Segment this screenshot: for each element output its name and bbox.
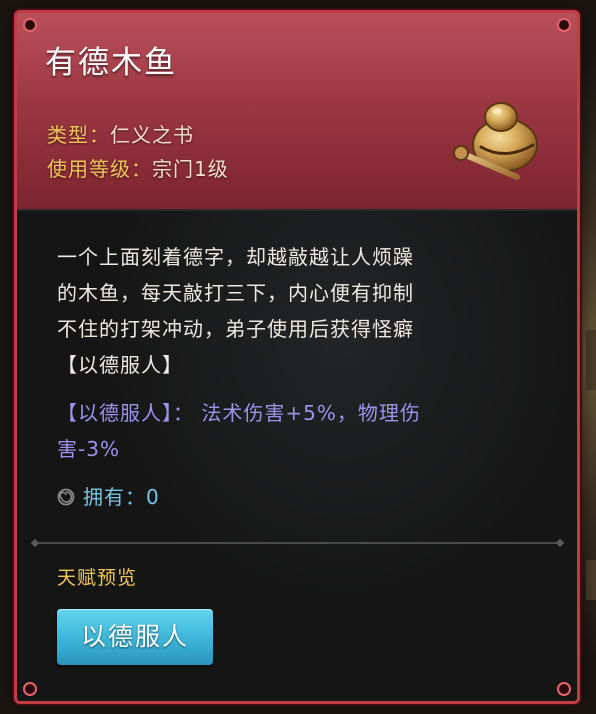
talent-preview-label: 天赋预览 — [57, 567, 138, 589]
description-line: 【以德服人】 — [57, 353, 183, 377]
item-level-value: 宗门1级 — [152, 157, 229, 181]
talent-button[interactable]: 以德服人 — [57, 609, 213, 665]
effect-line: 【以德服人】： 法术伤害+5%，物理伤 — [57, 401, 421, 425]
section-divider — [31, 539, 565, 547]
corner-ornament — [23, 18, 37, 32]
description-line: 的木鱼，每天敲打三下，内心便有抑制 — [57, 281, 414, 305]
item-effect: 【以德服人】： 法术伤害+5%，物理伤 害-3% — [57, 395, 547, 467]
description-line: 一个上面刻着德字，却越敲越让人烦躁 — [57, 245, 414, 269]
item-type-row: 类型：仁义之书 — [47, 119, 194, 148]
ownership-count: 0 — [146, 485, 160, 509]
item-description: 一个上面刻着德字，却越敲越让人烦躁 的木鱼，每天敲打三下，内心便有抑制 不住的打… — [57, 239, 547, 383]
background-decoration — [586, 560, 596, 600]
swirl-icon — [57, 488, 75, 506]
item-level-label: 使用等级： — [47, 157, 152, 181]
ownership-row: 拥有：0 — [57, 481, 160, 510]
corner-ornament — [557, 682, 571, 696]
item-tooltip-card: 有德木鱼 类型：仁义之书 使用等级：宗门1级 一个上面刻着德字，却越敲越让人烦躁… — [14, 10, 580, 704]
item-name: 有德木鱼 — [45, 45, 177, 81]
wooden-fish-icon — [453, 102, 538, 180]
background-decoration — [586, 330, 596, 390]
corner-ornament — [23, 682, 37, 696]
ownership-label: 拥有： — [83, 485, 146, 509]
description-line: 不住的打架冲动，弟子使用后获得怪癖 — [57, 317, 414, 341]
item-type-value: 仁义之书 — [110, 123, 194, 147]
item-header: 有德木鱼 类型：仁义之书 使用等级：宗门1级 — [17, 13, 577, 209]
corner-ornament — [557, 18, 571, 32]
item-type-label: 类型： — [47, 123, 110, 147]
item-detail-panel: 一个上面刻着德字，却越敲越让人烦躁 的木鱼，每天敲打三下，内心便有抑制 不住的打… — [17, 209, 577, 701]
item-level-row: 使用等级：宗门1级 — [47, 153, 229, 182]
game-scene: 有德木鱼 类型：仁义之书 使用等级：宗门1级 一个上面刻着德字，却越敲越让人烦躁… — [0, 0, 596, 714]
effect-line: 害-3% — [57, 437, 120, 461]
